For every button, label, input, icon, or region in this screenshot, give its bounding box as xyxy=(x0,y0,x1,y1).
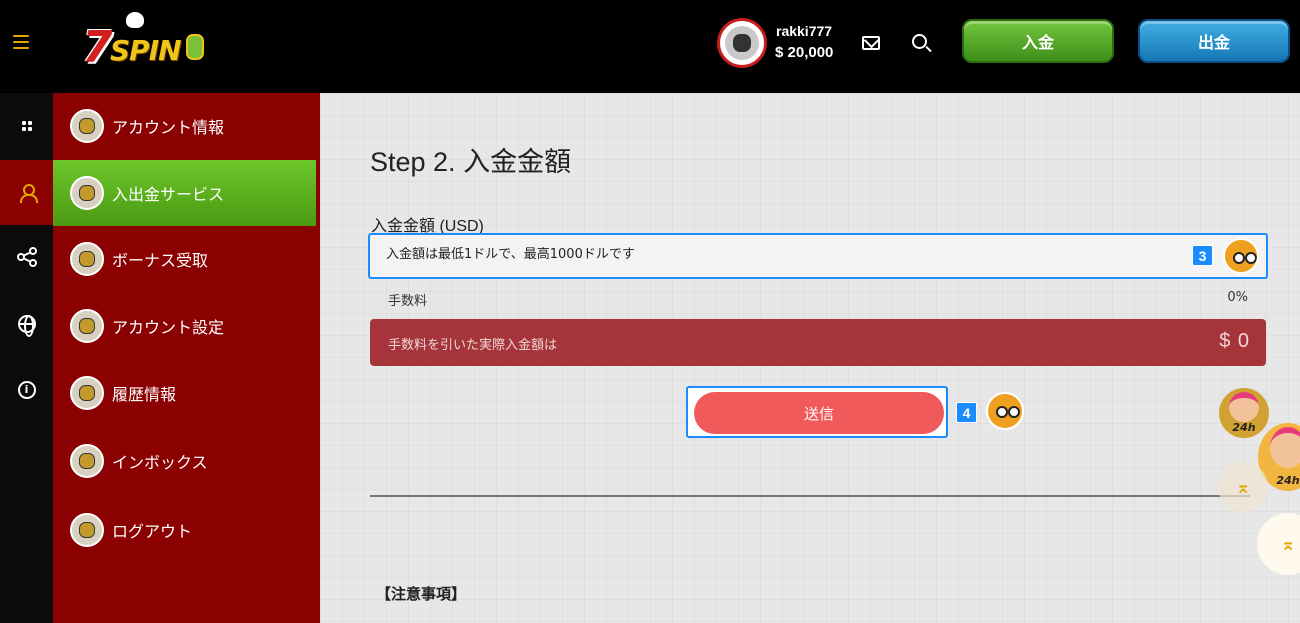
payment-icon xyxy=(70,176,104,210)
logo-cat-icon xyxy=(126,12,144,28)
menu-item-label: 履歴情報 xyxy=(112,385,177,404)
menu-item-payment[interactable]: 入出金サービス xyxy=(53,160,316,226)
menu-item-label: アカウント情報 xyxy=(112,118,225,137)
menu-item-settings[interactable]: アカウント設定 xyxy=(53,293,320,359)
fee-label: 手数料 xyxy=(388,294,428,309)
avatar-image xyxy=(725,26,759,60)
menu-item-bonus[interactable]: ボーナス受取 xyxy=(53,226,320,292)
user-name: rakki777 xyxy=(776,23,833,39)
user-balance: $ 20,000 xyxy=(775,44,834,61)
mascot-icon xyxy=(986,392,1024,430)
rail-item-user[interactable] xyxy=(0,160,53,225)
scroll-top-button[interactable]: ⌅ xyxy=(1218,462,1268,512)
support-mascot-icon xyxy=(1229,392,1259,422)
notes-title: 【注意事項】 xyxy=(376,585,467,603)
chevron-up-icon: ⌅ xyxy=(1280,533,1296,555)
globe-icon xyxy=(17,314,36,337)
rail-item-info[interactable]: i xyxy=(0,357,53,422)
menu-item-label: ボーナス受取 xyxy=(112,251,209,270)
page-title: Step 2. 入金金額 xyxy=(370,147,572,177)
logout-icon xyxy=(70,513,104,547)
send-button[interactable]: 送信 xyxy=(694,392,944,434)
icon-rail: i xyxy=(0,93,53,623)
fee-value: 0% xyxy=(1227,290,1248,305)
hamburger-icon[interactable] xyxy=(13,35,29,49)
amount-field[interactable]: 3 xyxy=(368,233,1268,279)
settings-icon xyxy=(70,309,104,343)
user-icon xyxy=(19,183,38,203)
net-amount-box: 手数料を引いた実際入金額は $ 0 xyxy=(370,319,1266,366)
site-logo[interactable]: 7 SPIN xyxy=(74,12,204,73)
rail-item-dashboard[interactable] xyxy=(0,93,53,158)
net-amount-label: 手数料を引いた実際入金額は xyxy=(388,338,558,353)
menu-item-label: インボックス xyxy=(112,453,208,472)
chevron-up-icon: ⌅ xyxy=(1235,476,1251,498)
logo-clover-icon xyxy=(186,34,204,60)
menu-item-inbox[interactable]: インボックス xyxy=(53,428,320,494)
search-icon[interactable] xyxy=(912,34,927,49)
send-button-wrap: 送信 xyxy=(686,386,948,438)
menu-item-label: アカウント設定 xyxy=(112,318,225,337)
account-info-icon xyxy=(70,109,104,143)
mail-icon[interactable] xyxy=(862,36,880,50)
bonus-icon xyxy=(70,242,104,276)
step-badge: 4 xyxy=(956,402,977,423)
history-icon xyxy=(70,376,104,410)
dashboard-icon xyxy=(21,120,32,131)
divider xyxy=(370,495,1250,497)
net-amount-value: $ 0 xyxy=(1219,330,1250,352)
rail-item-language[interactable] xyxy=(0,291,53,356)
clover-icon xyxy=(733,34,751,52)
menu-item-history[interactable]: 履歴情報 xyxy=(53,360,320,426)
mascot-icon xyxy=(1223,238,1259,274)
support-label: 24h xyxy=(1232,421,1256,434)
deposit-button[interactable]: 入金 xyxy=(962,19,1114,63)
rail-item-share[interactable] xyxy=(0,224,53,289)
share-icon xyxy=(16,246,37,267)
logo-spin: SPIN xyxy=(110,34,182,67)
deposit-panel: Step 2. 入金金額 入金金額 (USD) 3 手数料 0% 手数料を引いた… xyxy=(320,93,1300,623)
logo-seven: 7 xyxy=(82,22,113,73)
info-icon: i xyxy=(17,380,36,399)
menu-item-label: 入出金サービス xyxy=(112,185,225,204)
support-chat-button[interactable]: 24h xyxy=(1219,388,1269,438)
top-header: 7 SPIN rakki777 $ 20,000 入金 出金 xyxy=(0,0,1300,93)
inbox-icon xyxy=(70,444,104,478)
avatar[interactable] xyxy=(717,18,767,68)
amount-input[interactable] xyxy=(386,247,1146,262)
support-mascot-icon xyxy=(1270,427,1300,468)
menu-item-label: ログアウト xyxy=(112,522,193,541)
withdraw-button[interactable]: 出金 xyxy=(1138,19,1290,63)
step-badge: 3 xyxy=(1192,245,1213,266)
account-menu: アカウント情報 入出金サービス ボーナス受取 アカウント設定 履歴情報 インボッ… xyxy=(53,93,320,623)
menu-item-account-info[interactable]: アカウント情報 xyxy=(53,93,320,159)
menu-item-logout[interactable]: ログアウト xyxy=(53,497,320,563)
support-label: 24h xyxy=(1276,474,1300,487)
